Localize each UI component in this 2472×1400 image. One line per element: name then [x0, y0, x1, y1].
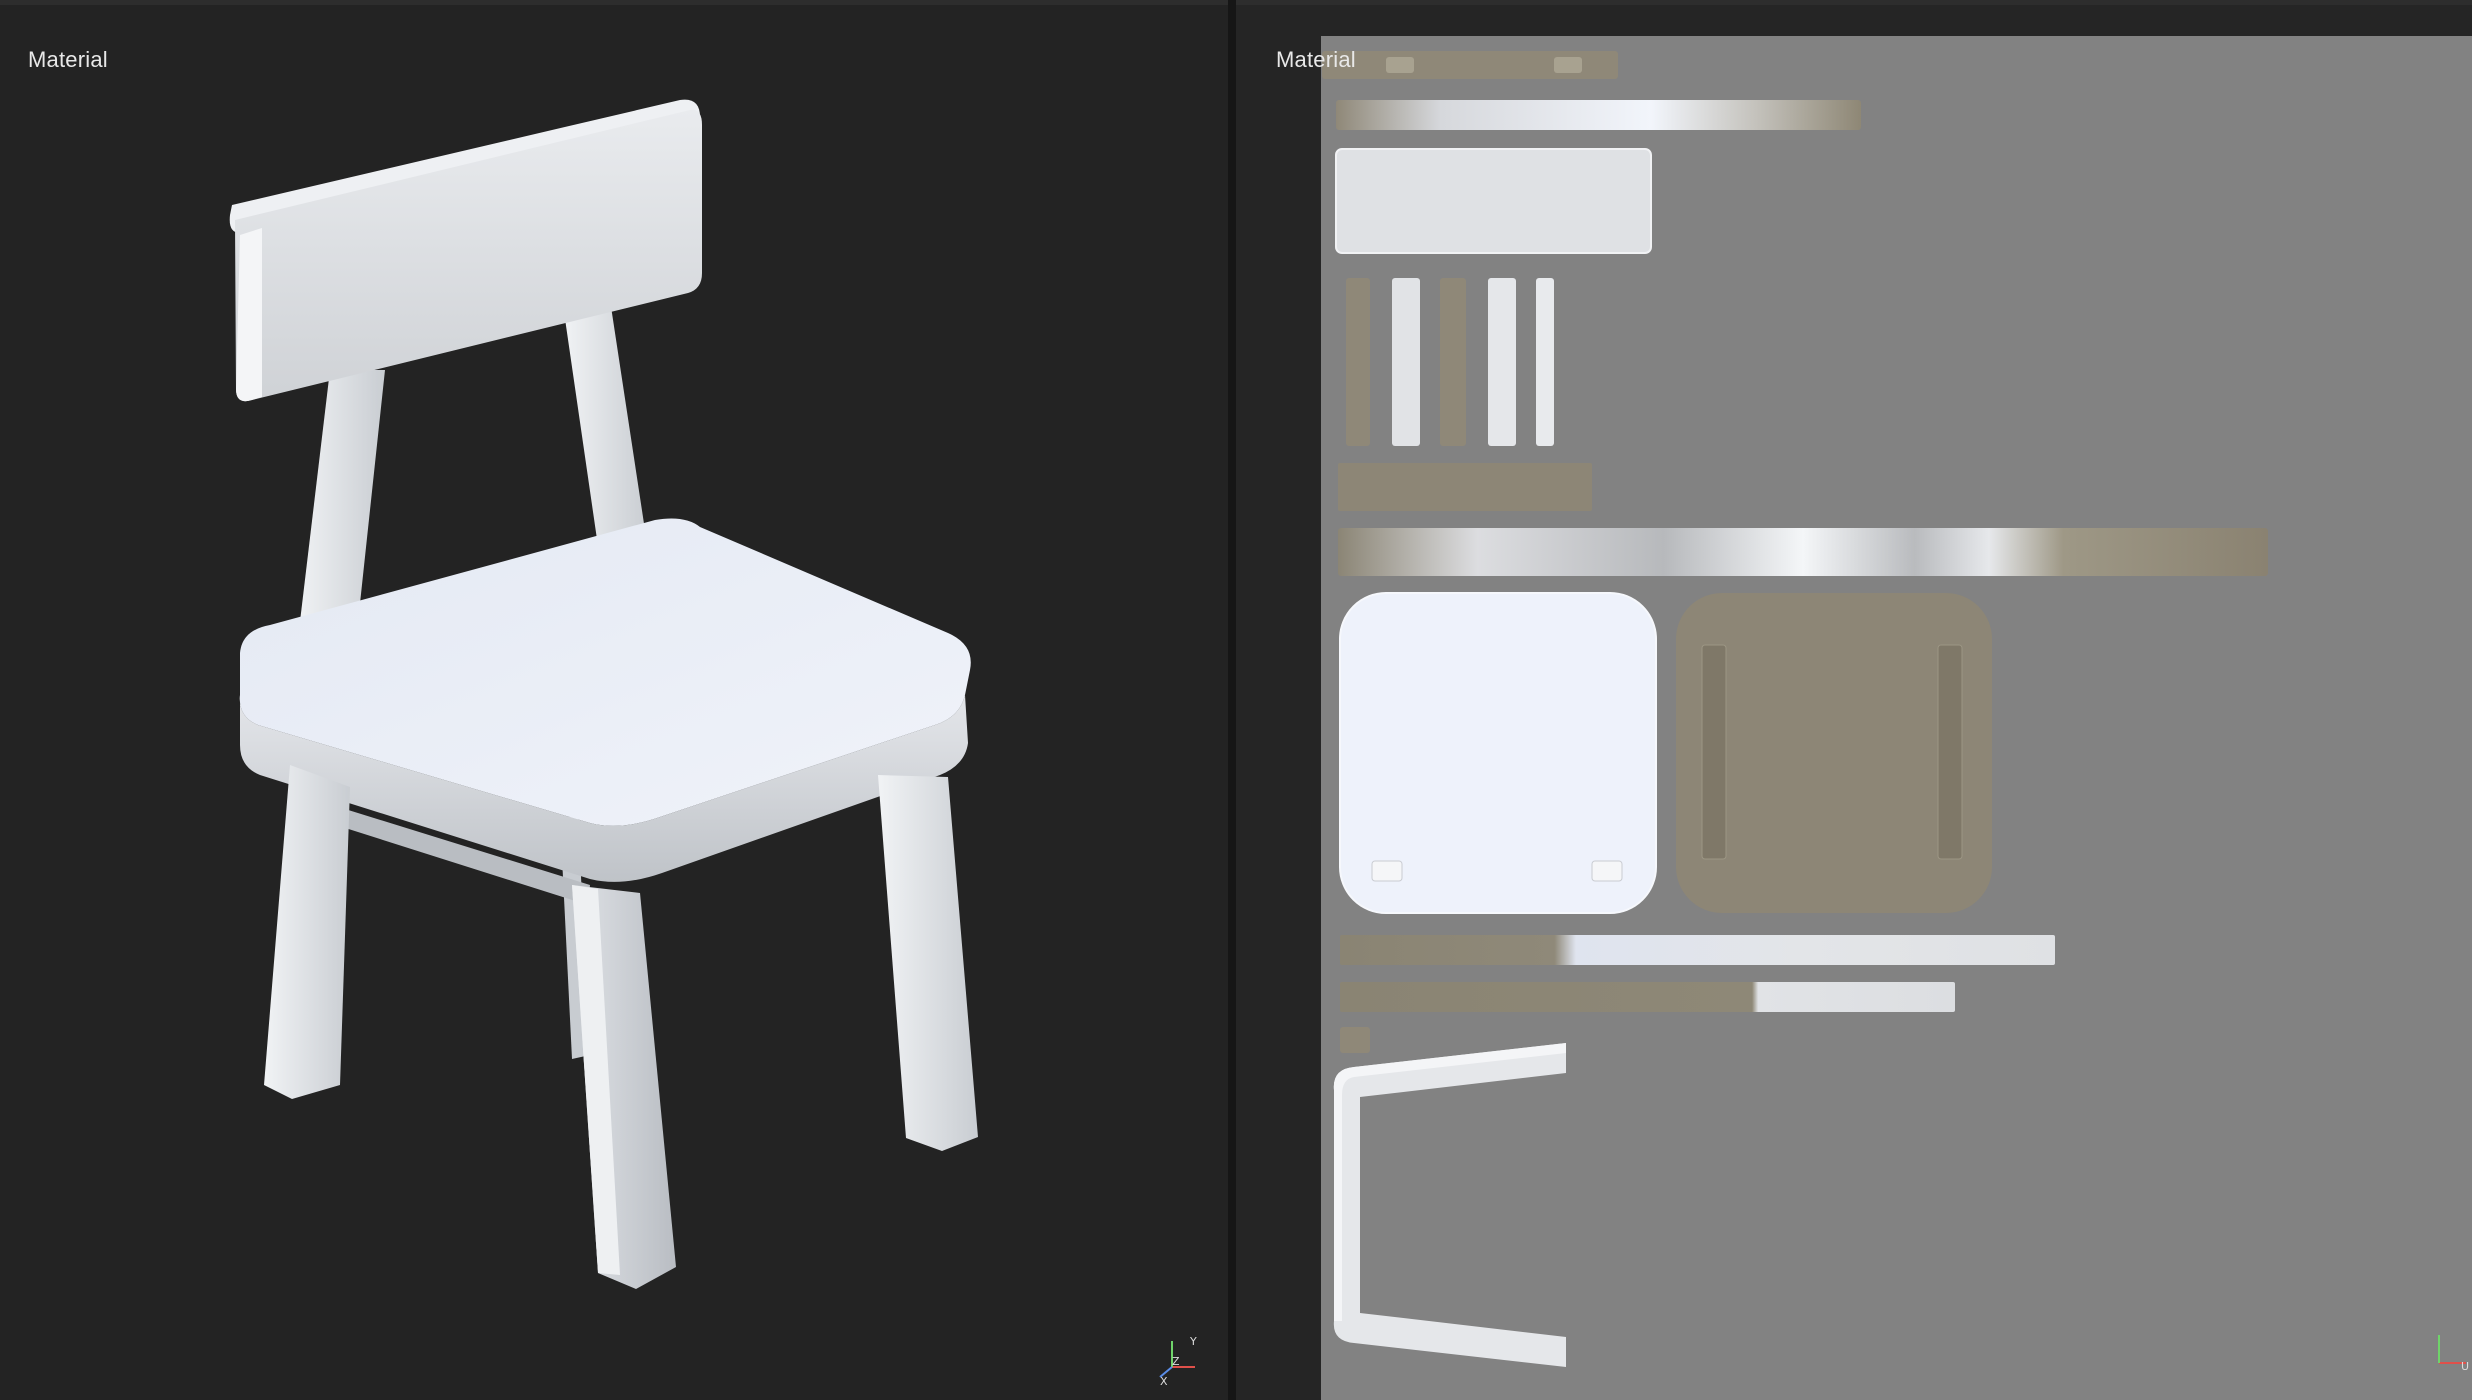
chair-model[interactable]: Y Z X — [0, 5, 1228, 1400]
uv-notch — [1591, 860, 1623, 882]
uv-islands[interactable]: U — [1236, 5, 2472, 1400]
uv-island-leg-bracket — [1333, 1043, 1566, 1367]
uv-island-rail — [1701, 644, 1727, 860]
axis-x-label: X — [1160, 1375, 1168, 1388]
perspective-viewport[interactable]: Material Y Z X — [0, 5, 1228, 1400]
backrest-post-right — [563, 300, 648, 560]
front-leg-left — [264, 765, 350, 1099]
front-leg-right — [878, 775, 978, 1151]
uv-island-stretcher-a — [1340, 935, 2055, 965]
uv-editor-viewport[interactable]: Material U — [1236, 5, 2472, 1400]
axis-y-label: Y — [1189, 1335, 1197, 1348]
uv-island-post — [1440, 278, 1466, 446]
uv-notch — [1554, 57, 1582, 73]
viewport-shading-label[interactable]: Material — [28, 47, 108, 73]
uv-axis-gizmo: U — [2438, 1335, 2469, 1373]
axis-z-label: Z — [1172, 1355, 1180, 1368]
uv-island-seat-rim — [1338, 528, 2268, 576]
uv-notch — [1386, 57, 1414, 73]
uv-island-backrest-front — [1335, 148, 1652, 254]
uv-island-stretcher-b — [1340, 982, 1955, 1012]
axis-u-label: U — [2461, 1360, 2469, 1373]
uv-island-post — [1488, 278, 1516, 446]
uv-island-seat-back-edge — [1338, 463, 1592, 511]
viewport-splitter[interactable] — [1228, 0, 1236, 1400]
backrest-edge-highlight — [236, 228, 262, 402]
uv-island-backrest-side — [1336, 100, 1861, 130]
uv-island-small — [1340, 1027, 1370, 1053]
uv-island-post — [1536, 278, 1554, 446]
uv-island-post — [1392, 278, 1420, 446]
viewport-shading-label[interactable]: Material — [1276, 47, 1356, 73]
axis-gizmo: Y Z X — [1159, 1335, 1197, 1388]
uv-island-rail — [1937, 644, 1963, 860]
uv-island-post — [1346, 278, 1370, 446]
uv-notch — [1371, 860, 1403, 882]
